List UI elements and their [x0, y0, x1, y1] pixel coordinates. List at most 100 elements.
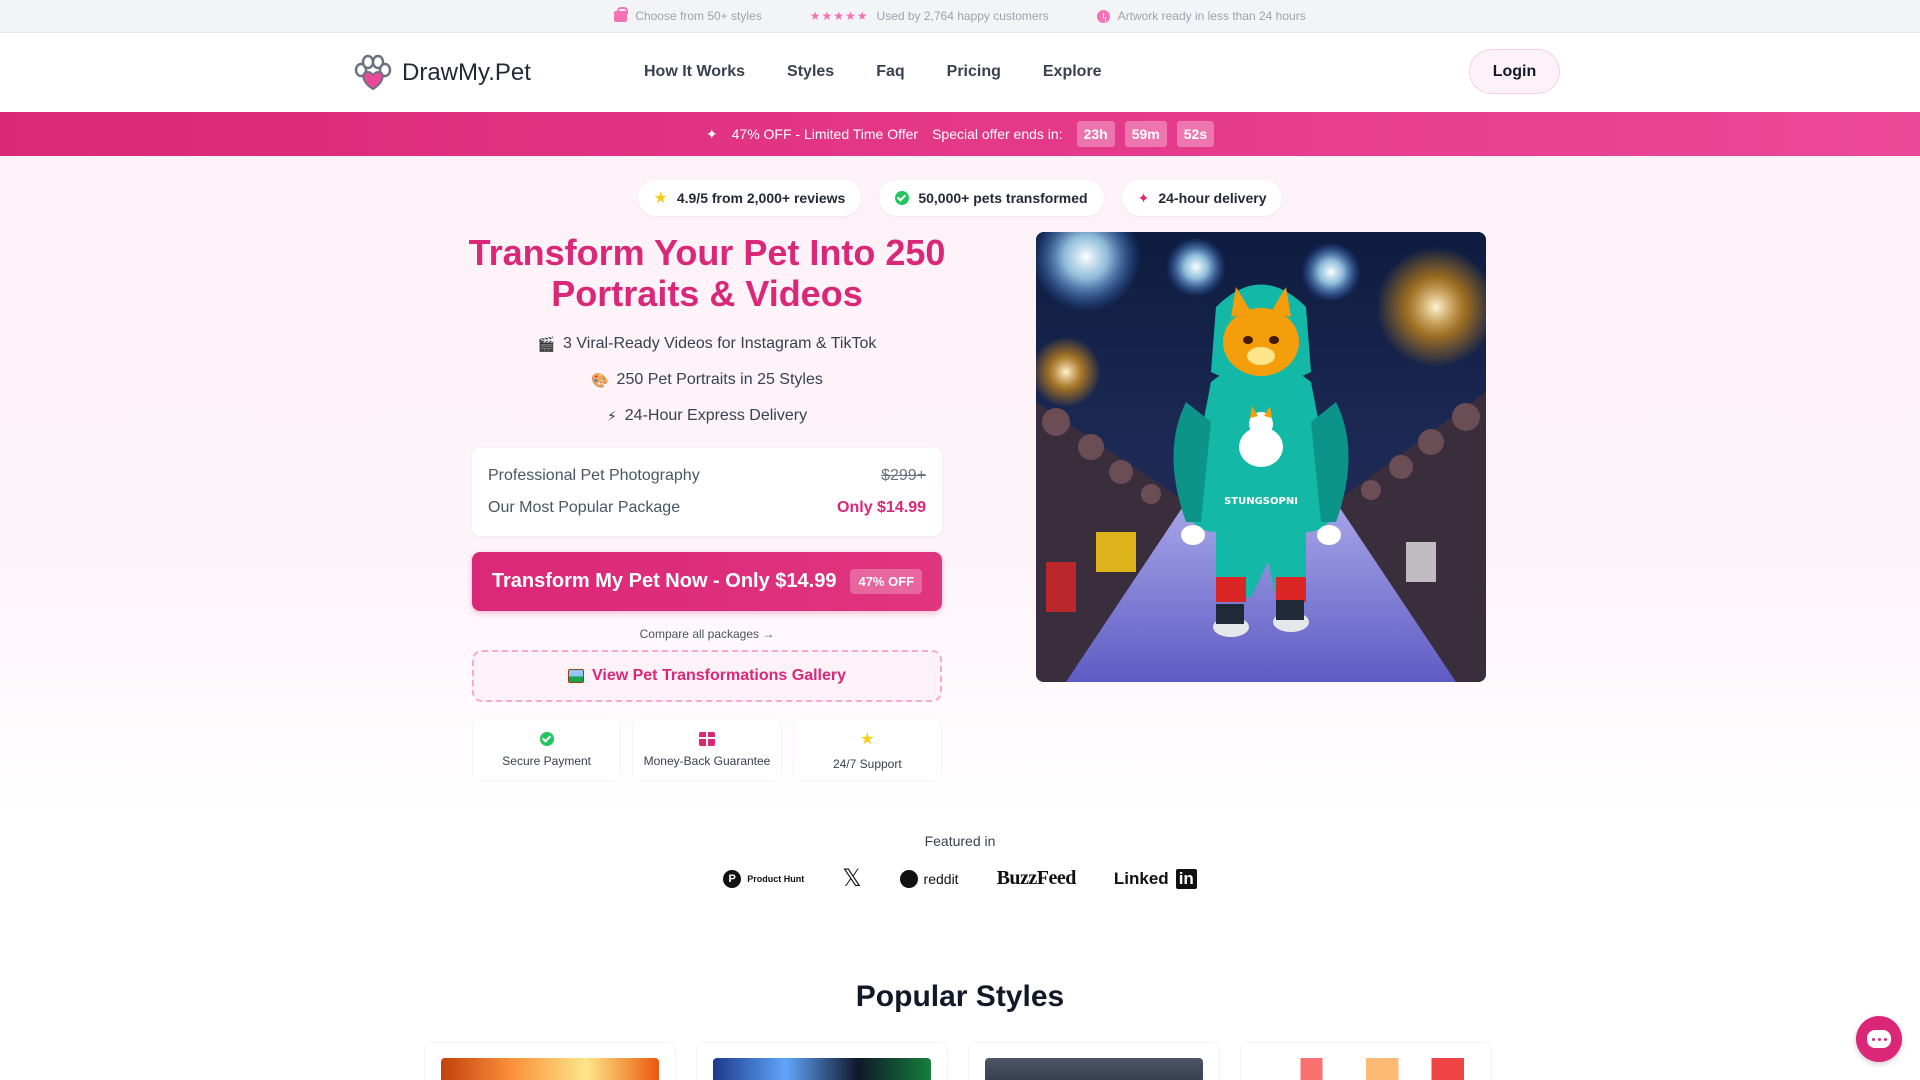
discount-badge: 47% OFF [850, 569, 923, 594]
style-thumbnail [985, 1058, 1203, 1080]
nav-item-styles[interactable]: Styles [787, 63, 834, 81]
check-circle-icon [539, 731, 554, 746]
style-card[interactable] [968, 1042, 1220, 1080]
linkedin-in-icon: in [1175, 868, 1197, 889]
topbar-styles-text: Choose from 50+ styles [635, 9, 762, 23]
linkedin-logo[interactable]: Linked in [1113, 868, 1197, 889]
topbar-customers-text: Used by 2,764 happy customers [876, 9, 1049, 23]
feature-delivery-text: 24-Hour Express Delivery [624, 407, 808, 424]
hero-title: Transform Your Pet Into 250 Portraits & … [468, 232, 946, 314]
product-hunt-icon: P [723, 869, 742, 888]
topbar-styles: Choose from 50+ styles [614, 6, 762, 23]
gift-icon [698, 731, 715, 746]
clapperboard-icon: 🎬 [537, 335, 556, 352]
topbar-delivery-text: Artwork ready in less than 24 hours [1117, 9, 1306, 23]
trust-money-back: Money-Back Guarantee [632, 718, 782, 781]
trust-secure-text: Secure Payment [502, 753, 592, 768]
hero-features: 🎬 3 Viral-Ready Videos for Instagram & T… [460, 326, 954, 434]
hero-background [0, 156, 1920, 816]
trust-support: ★ 24/7 Support [792, 718, 942, 781]
pets-chip: 50,000+ pets transformed [879, 180, 1104, 216]
main-nav: DrawMy.Pet How It Works Styles Faq Prici… [0, 33, 1920, 112]
nav-item-pricing[interactable]: Pricing [947, 63, 1001, 81]
product-hunt-logo[interactable]: P Product Hunt [723, 869, 805, 888]
linkedin-text: Linked [1113, 868, 1169, 888]
feature-delivery: ⚡ 24-Hour Express Delivery [460, 398, 954, 434]
trust-support-text: 24/7 Support [832, 756, 902, 771]
lightning-icon: ⚡ [606, 407, 617, 424]
timer-seconds: 52s [1176, 121, 1215, 147]
promo-offer-text: 47% OFF - Limited Time Offer [731, 126, 919, 142]
feature-videos: 🎬 3 Viral-Ready Videos for Instagram & T… [460, 326, 954, 362]
price-row-professional: Professional Pet Photography $299+ [488, 460, 926, 492]
logo-text: DrawMy.Pet [402, 59, 531, 86]
stats-chips: ★ 4.9/5 from 2,000+ reviews 50,000+ pets… [0, 180, 1920, 216]
view-gallery-button[interactable]: View Pet Transformations Gallery [472, 650, 942, 702]
reviews-chip-text: 4.9/5 from 2,000+ reviews [676, 190, 846, 206]
buzzfeed-logo[interactable]: BuzzFeed [997, 867, 1077, 890]
featured-logos: P Product Hunt 𝕏 reddit BuzzFeed Linked i… [0, 864, 1920, 893]
product-hunt-text: Product Hunt [747, 873, 805, 884]
nav-item-explore[interactable]: Explore [1043, 63, 1102, 81]
compare-packages-link[interactable]: Compare all packages → [472, 627, 942, 641]
price-comparison-card: Professional Pet Photography $299+ Our M… [472, 448, 942, 536]
clock-icon [1096, 9, 1110, 23]
trust-secure-payment: Secure Payment [472, 718, 622, 781]
reddit-text: reddit [923, 870, 959, 887]
style-thumbnail [713, 1058, 931, 1080]
countdown-timer: 23h 59m 52s [1076, 121, 1215, 147]
check-circle-icon [895, 191, 910, 205]
top-info-bar: Choose from 50+ styles ★★★★★ Used by 2,7… [0, 0, 1920, 33]
timer-hours: 23h [1076, 121, 1115, 147]
hoodie-print-text: STUNGSOPNI [1224, 496, 1298, 507]
feature-videos-text: 3 Viral-Ready Videos for Instagram & Tik… [563, 335, 877, 352]
price-value-package: Only $14.99 [837, 499, 926, 516]
star-icon: ★ [860, 730, 875, 748]
featured-in-label: Featured in [924, 833, 996, 849]
price-label-professional: Professional Pet Photography [488, 467, 700, 484]
paw-logo-icon [352, 54, 394, 92]
gallery-button-label: View Pet Transformations Gallery [591, 667, 847, 684]
reddit-logo[interactable]: reddit [899, 869, 959, 888]
rating-stars-icon: ★★★★★ [809, 9, 869, 23]
popular-styles-heading: Popular Styles [855, 980, 1065, 1013]
topbar-customers: ★★★★★ Used by 2,764 happy customers [810, 9, 1049, 23]
hero-cat-runway-image: STUNGSOPNI [1036, 232, 1486, 682]
star-icon: ★ [653, 190, 668, 207]
pets-chip-text: 50,000+ pets transformed [918, 190, 1088, 206]
chat-bubble-icon [1867, 1030, 1891, 1048]
style-cards-row [424, 1042, 1492, 1080]
x-logo[interactable]: 𝕏 [842, 864, 861, 893]
reddit-icon [899, 869, 918, 888]
feature-portraits: 🎨 250 Pet Portraits in 25 Styles [460, 362, 954, 398]
shopping-bag-icon [614, 6, 629, 22]
style-thumbnail [441, 1058, 659, 1080]
sparkles-icon: ✦ [1137, 189, 1150, 206]
style-card[interactable] [424, 1042, 676, 1080]
nav-item-faq[interactable]: Faq [876, 63, 904, 81]
transform-cta-button[interactable]: Transform My Pet Now - Only $14.99 47% O… [472, 552, 942, 611]
login-button[interactable]: Login [1469, 49, 1560, 94]
chat-support-button[interactable] [1856, 1016, 1902, 1062]
delivery-chip-text: 24-hour delivery [1158, 190, 1267, 206]
price-row-package: Our Most Popular Package Only $14.99 [488, 492, 926, 524]
picture-icon [567, 669, 584, 683]
nav-item-how-it-works[interactable]: How It Works [644, 63, 745, 81]
style-card[interactable] [1240, 1042, 1492, 1080]
price-value-professional: $299+ [881, 467, 926, 484]
timer-minutes: 59m [1124, 121, 1167, 147]
nav-menu: How It Works Styles Faq Pricing Explore [644, 63, 1102, 81]
site-logo[interactable]: DrawMy.Pet [352, 54, 531, 92]
promo-banner: ✦ 47% OFF - Limited Time Offer Special o… [0, 112, 1920, 156]
feature-portraits-text: 250 Pet Portraits in 25 Styles [616, 371, 823, 388]
delivery-chip: ✦ 24-hour delivery [1121, 180, 1283, 216]
trust-moneyback-text: Money-Back Guarantee [643, 753, 771, 768]
sparkles-icon: ✦ [705, 125, 718, 142]
price-label-package: Our Most Popular Package [488, 499, 681, 516]
cta-label: Transform My Pet Now - Only $14.99 [491, 570, 837, 592]
style-thumbnail [1257, 1058, 1475, 1080]
palette-icon: 🎨 [591, 371, 609, 388]
promo-ends-label: Special offer ends in: [932, 126, 1063, 142]
reviews-chip: ★ 4.9/5 from 2,000+ reviews [637, 180, 862, 216]
style-card[interactable] [696, 1042, 948, 1080]
